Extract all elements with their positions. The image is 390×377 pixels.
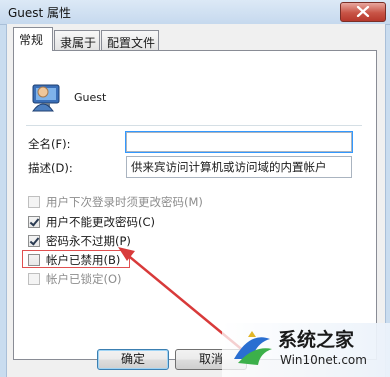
watermark-url: Win10net.com — [280, 353, 367, 367]
highlight-box — [22, 250, 130, 268]
must-change-password-label: 用户下次登录时须更改密码(M) — [46, 195, 203, 209]
window-title: Guest 属性 — [8, 6, 72, 20]
user-account-icon — [32, 84, 60, 112]
password-never-expires-label: 密码永不过期(P) — [46, 234, 131, 248]
divider — [26, 125, 362, 126]
watermark: 系统之家 Win10net.com — [222, 323, 390, 377]
watermark-text: 系统之家 — [278, 329, 355, 351]
site-logo-icon — [234, 331, 272, 365]
password-never-expires-checkbox[interactable] — [28, 235, 40, 247]
tab-member-of[interactable]: 隶属于 — [54, 30, 100, 50]
cannot-change-password-checkbox[interactable] — [28, 216, 40, 228]
tab-profile[interactable]: 配置文件 — [101, 30, 159, 50]
tab-general[interactable]: 常规 — [13, 27, 53, 51]
general-panel: Guest 全名(F): 描述(D): 供来宾访问计算机或访问域的内置帐户 用户… — [13, 50, 377, 360]
description-label: 描述(D): — [28, 161, 73, 175]
account-locked-checkbox[interactable] — [28, 273, 40, 285]
fullname-input[interactable] — [125, 131, 353, 153]
cannot-change-password-label: 用户不能更改密码(C) — [46, 215, 156, 229]
username-label: Guest — [74, 91, 107, 104]
close-button[interactable] — [340, 2, 386, 22]
fullname-label: 全名(F): — [28, 137, 71, 151]
close-icon — [356, 6, 370, 17]
must-change-password-checkbox[interactable] — [28, 196, 40, 208]
ok-button[interactable]: 确定 — [97, 349, 169, 370]
account-locked-label: 帐户已锁定(O) — [46, 272, 122, 286]
description-input[interactable]: 供来宾访问计算机或访问域的内置帐户 — [126, 156, 352, 178]
title-bar: Guest 属性 — [0, 0, 390, 25]
